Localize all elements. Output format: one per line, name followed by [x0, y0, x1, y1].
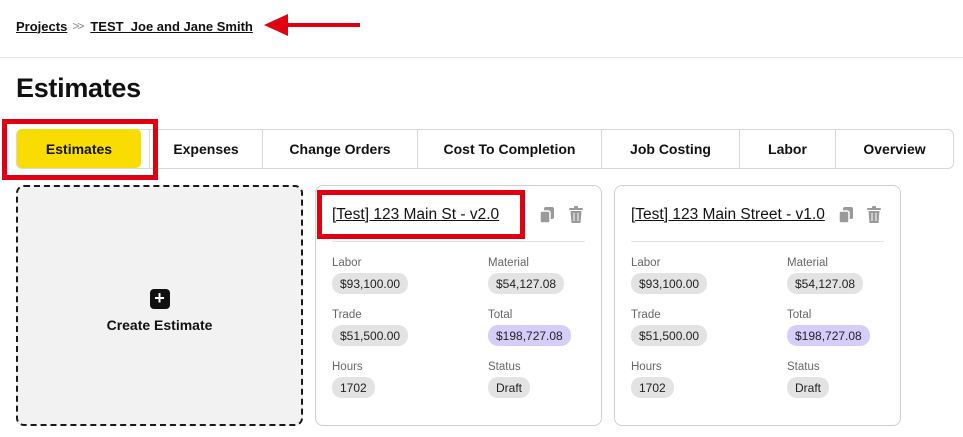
tab-bar: Expenses Change Orders Cost To Completio…	[16, 129, 954, 169]
breadcrumb-projects-link[interactable]: Projects	[16, 19, 67, 34]
status-label: Status	[787, 361, 820, 373]
page-title: Estimates	[16, 73, 141, 103]
card-divider	[631, 241, 884, 242]
labor-label: Labor	[332, 257, 362, 269]
tab-labor[interactable]: Labor	[739, 130, 835, 168]
trade-label: Trade	[332, 309, 362, 321]
total-label: Total	[488, 309, 513, 321]
create-estimate-label: Create Estimate	[106, 316, 213, 333]
total-value: $198,727.08	[488, 325, 571, 346]
estimate-title-link[interactable]: [Test] 123 Main St - v2.0	[332, 206, 499, 224]
annotation-arrow-icon	[264, 14, 360, 36]
tab-estimates[interactable]: Estimates	[17, 129, 141, 168]
total-value: $198,727.08	[787, 325, 870, 346]
breadcrumb: Projects >> TEST_Joe and Jane Smith	[16, 17, 253, 35]
copy-icon[interactable]	[838, 206, 854, 224]
total-label: Total	[787, 309, 812, 321]
header-divider	[0, 57, 963, 58]
create-estimate-button[interactable]: + Create Estimate	[16, 185, 303, 426]
estimate-card: [Test] 123 Main St - v2.0 Labor $93,100.…	[315, 185, 602, 426]
tab-overview[interactable]: Overview	[835, 130, 953, 168]
trade-value: $51,500.00	[631, 325, 708, 346]
hours-value: 1702	[332, 377, 375, 398]
material-label: Material	[787, 257, 828, 269]
trade-value: $51,500.00	[332, 325, 409, 346]
status-badge: Draft	[787, 377, 830, 398]
status-label: Status	[488, 361, 521, 373]
trade-label: Trade	[631, 309, 661, 321]
tab-cost-to-completion[interactable]: Cost To Completion	[417, 130, 601, 168]
card-divider	[332, 241, 585, 242]
tab-expenses[interactable]: Expenses	[149, 130, 262, 168]
labor-value: $93,100.00	[332, 273, 409, 294]
material-value: $54,127.08	[488, 273, 565, 294]
tab-change-orders[interactable]: Change Orders	[262, 130, 417, 168]
breadcrumb-project-link[interactable]: TEST_Joe and Jane Smith	[90, 19, 253, 34]
hours-label: Hours	[631, 361, 662, 373]
hours-value: 1702	[631, 377, 674, 398]
tab-job-costing[interactable]: Job Costing	[601, 130, 739, 168]
plus-icon: +	[149, 288, 170, 309]
copy-icon[interactable]	[539, 206, 555, 224]
trash-icon[interactable]	[866, 206, 882, 224]
status-badge: Draft	[488, 377, 531, 398]
estimate-card: [Test] 123 Main Street - v1.0 Labor $93,…	[614, 185, 901, 426]
trash-icon[interactable]	[568, 206, 584, 224]
material-value: $54,127.08	[787, 273, 864, 294]
labor-label: Labor	[631, 257, 661, 269]
labor-value: $93,100.00	[631, 273, 708, 294]
hours-label: Hours	[332, 361, 363, 373]
estimate-title-link[interactable]: [Test] 123 Main Street - v1.0	[631, 206, 825, 224]
breadcrumb-separator: >>	[72, 19, 84, 33]
material-label: Material	[488, 257, 529, 269]
